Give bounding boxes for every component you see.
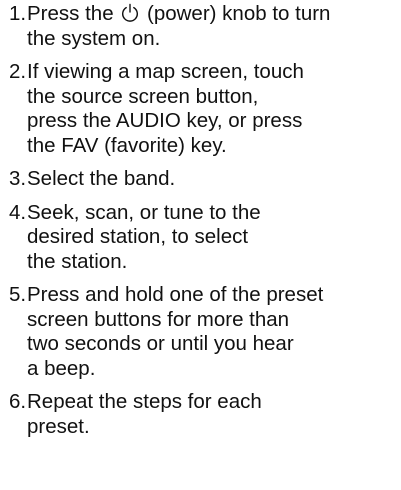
step-1: 1. Press the (power) knob to turn the sy…	[0, 2, 401, 51]
step-line: desired station, to select	[27, 225, 249, 248]
step-4: 4. Seek, scan, or tune to the desired st…	[0, 201, 401, 275]
step-text: (power) knob to turn	[141, 2, 331, 25]
step-number: 3.	[9, 167, 27, 190]
step-number: 5.	[9, 283, 27, 306]
step-line: Press and hold one of the preset	[27, 283, 324, 306]
step-number: 6.	[9, 390, 27, 413]
step-line: screen buttons for more than	[27, 307, 290, 331]
step-number: 2.	[9, 60, 27, 83]
step-5: 5. Press and hold one of the preset scre…	[0, 283, 401, 381]
step-line: two seconds or until you hear	[27, 332, 294, 355]
step-line: press the AUDIO key, or press	[27, 109, 303, 132]
step-number: 1.	[9, 2, 27, 25]
step-text: Press the	[27, 2, 120, 25]
step-line: the source screen button,	[27, 84, 259, 108]
instruction-page: { "steps": [ { "number": "1.", "line1_be…	[0, 0, 401, 490]
step-line: If viewing a map screen, touch	[27, 60, 304, 83]
step-line: Repeat the steps for each	[27, 390, 262, 413]
step-line: the system on.	[27, 26, 161, 50]
step-line: the station.	[27, 249, 128, 273]
step-number: 4.	[9, 200, 27, 224]
power-icon	[122, 3, 139, 22]
step-6: 6. Repeat the steps for each preset.	[0, 390, 401, 439]
step-line: the FAV (favorite) key.	[27, 133, 227, 157]
step-2: 2. If viewing a map screen, touch the so…	[0, 60, 401, 158]
instruction-steps-list: 1. Press the (power) knob to turn the sy…	[0, 2, 401, 448]
step-line: Select the band.	[27, 167, 176, 190]
step-3: 3. Select the band.	[0, 167, 401, 192]
step-line: Seek, scan, or tune to the	[27, 200, 261, 224]
step-line: Press the (power) knob to turn	[27, 2, 401, 27]
step-line: preset.	[27, 414, 90, 438]
step-line: a beep.	[27, 356, 96, 380]
